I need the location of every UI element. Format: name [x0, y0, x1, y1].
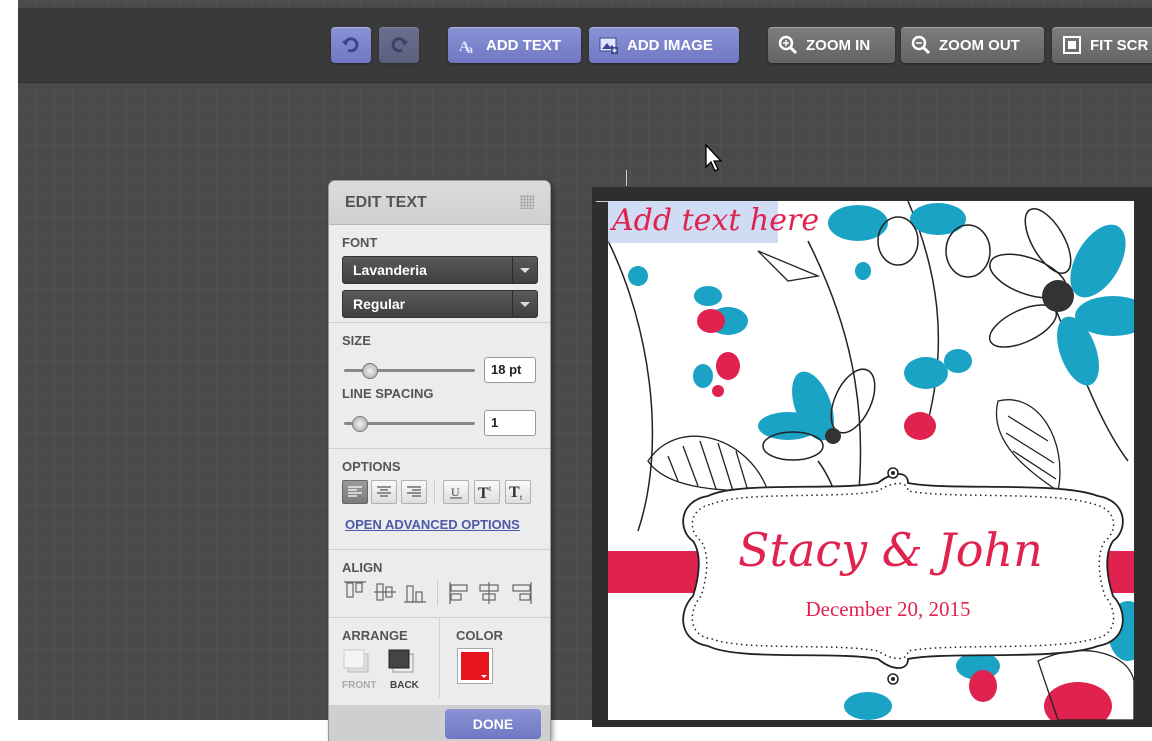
edit-text-panel: EDIT TEXT FONT Lavanderia Regular SIZE 1…	[329, 181, 550, 741]
crop-mark	[626, 170, 627, 186]
open-advanced-options-link[interactable]: OPEN ADVANCED OPTIONS	[345, 517, 520, 532]
superscript-icon: Tt	[478, 484, 492, 501]
options-section: OPTIONS U Tt Tt OPEN ADVANCED OPTIONS	[329, 449, 550, 550]
done-label: DONE	[472, 716, 514, 732]
svg-text:t: t	[520, 493, 523, 501]
line-spacing-slider-thumb[interactable]	[352, 416, 368, 432]
color-label: COLOR	[456, 628, 503, 643]
zoom-out-label: ZOOM OUT	[939, 36, 1020, 54]
undo-icon	[342, 37, 359, 53]
panel-footer: DONE	[329, 705, 550, 741]
options-label: OPTIONS	[342, 459, 401, 474]
align-left-button[interactable]	[342, 480, 368, 504]
bring-front-icon	[343, 649, 369, 673]
add-text-placeholder[interactable]: Add text here	[612, 203, 819, 238]
arrange-color-section: ARRANGE FRONT BACK COLOR	[329, 618, 550, 698]
font-section: FONT Lavanderia Regular	[329, 225, 550, 323]
divider	[434, 480, 435, 504]
chevron-down-icon	[512, 291, 537, 317]
size-slider-thumb[interactable]	[362, 363, 378, 379]
zoom-out-button[interactable]: ZOOM OUT	[901, 27, 1044, 63]
font-style-value: Regular	[353, 296, 406, 312]
svg-text:T: T	[509, 484, 520, 501]
line-spacing-label: LINE SPACING	[342, 386, 434, 401]
font-family-select[interactable]: Lavanderia	[342, 256, 538, 284]
align-right-icon	[407, 486, 421, 497]
svg-text:T: T	[478, 485, 489, 501]
done-button[interactable]: DONE	[445, 709, 541, 739]
add-image-label: ADD IMAGE	[627, 36, 713, 54]
color-swatch	[461, 652, 489, 680]
color-swatch-button[interactable]	[457, 648, 493, 684]
redo-button[interactable]	[379, 27, 419, 63]
font-label: FONT	[342, 235, 378, 250]
divider	[437, 580, 438, 606]
align-section: ALIGN	[329, 550, 550, 618]
add-image-button[interactable]: ADD IMAGE	[589, 27, 739, 63]
line-spacing-input[interactable]: 1	[484, 410, 536, 436]
size-section: SIZE 18 pt LINE SPACING 1	[329, 323, 550, 449]
fit-screen-button[interactable]: FIT SCR	[1052, 27, 1152, 63]
svg-text:t: t	[489, 484, 492, 493]
chevron-down-icon	[481, 675, 487, 678]
add-text-button[interactable]: A a ADD TEXT	[448, 27, 581, 63]
undo-button[interactable]	[331, 27, 371, 63]
add-image-icon	[599, 37, 618, 54]
date-text[interactable]: December 20, 2015	[748, 597, 1028, 622]
send-back-icon	[388, 649, 414, 673]
zoom-in-icon	[778, 35, 798, 55]
floral-artwork	[608, 201, 1134, 720]
size-input[interactable]: 18 pt	[484, 357, 536, 383]
underline-icon: U	[450, 485, 462, 499]
font-style-select[interactable]: Regular	[342, 290, 538, 318]
zoom-in-button[interactable]: ZOOM IN	[768, 27, 895, 63]
svg-text:U: U	[451, 485, 460, 499]
redo-icon	[391, 37, 408, 53]
chevron-down-icon	[512, 257, 537, 283]
align-label: ALIGN	[342, 560, 383, 575]
divider	[439, 618, 440, 698]
send-to-back-button[interactable]	[387, 648, 414, 674]
align-right-button[interactable]	[401, 480, 427, 504]
underline-button[interactable]: U	[443, 480, 469, 504]
vertical-align-icons[interactable]	[342, 580, 432, 606]
subscript-icon: Tt	[509, 484, 523, 501]
back-label: BACK	[390, 680, 419, 691]
align-left-icon	[348, 486, 362, 497]
zoom-out-icon	[911, 35, 931, 55]
svg-text:a: a	[467, 42, 473, 55]
subscript-button[interactable]: Tt	[505, 480, 531, 504]
drag-grip-icon[interactable]	[520, 195, 534, 209]
font-family-value: Lavanderia	[353, 262, 427, 278]
panel-header[interactable]: EDIT TEXT	[329, 181, 550, 225]
mouse-cursor-icon	[705, 143, 723, 172]
names-text[interactable]: Stacy & John	[738, 523, 1043, 577]
align-center-icon	[377, 486, 391, 497]
toolbar: A a ADD TEXT ADD IMAGE ZOOM IN ZOOM OUT …	[18, 8, 1152, 83]
zoom-in-label: ZOOM IN	[806, 36, 871, 54]
horizontal-align-icons[interactable]	[447, 580, 537, 606]
fit-screen-label: FIT SCR	[1090, 36, 1149, 54]
panel-title: EDIT TEXT	[345, 193, 427, 211]
size-label: SIZE	[342, 333, 371, 348]
bring-to-front-button[interactable]	[342, 648, 369, 674]
superscript-button[interactable]: Tt	[474, 480, 500, 504]
design-canvas[interactable]: Add text here Stacy & John December 20, …	[608, 201, 1134, 720]
arrange-label: ARRANGE	[342, 628, 408, 643]
align-center-button[interactable]	[371, 480, 397, 504]
front-label: FRONT	[342, 680, 377, 691]
add-text-label: ADD TEXT	[486, 36, 561, 54]
fit-screen-icon	[1063, 36, 1081, 54]
add-text-icon: A a	[459, 39, 473, 55]
